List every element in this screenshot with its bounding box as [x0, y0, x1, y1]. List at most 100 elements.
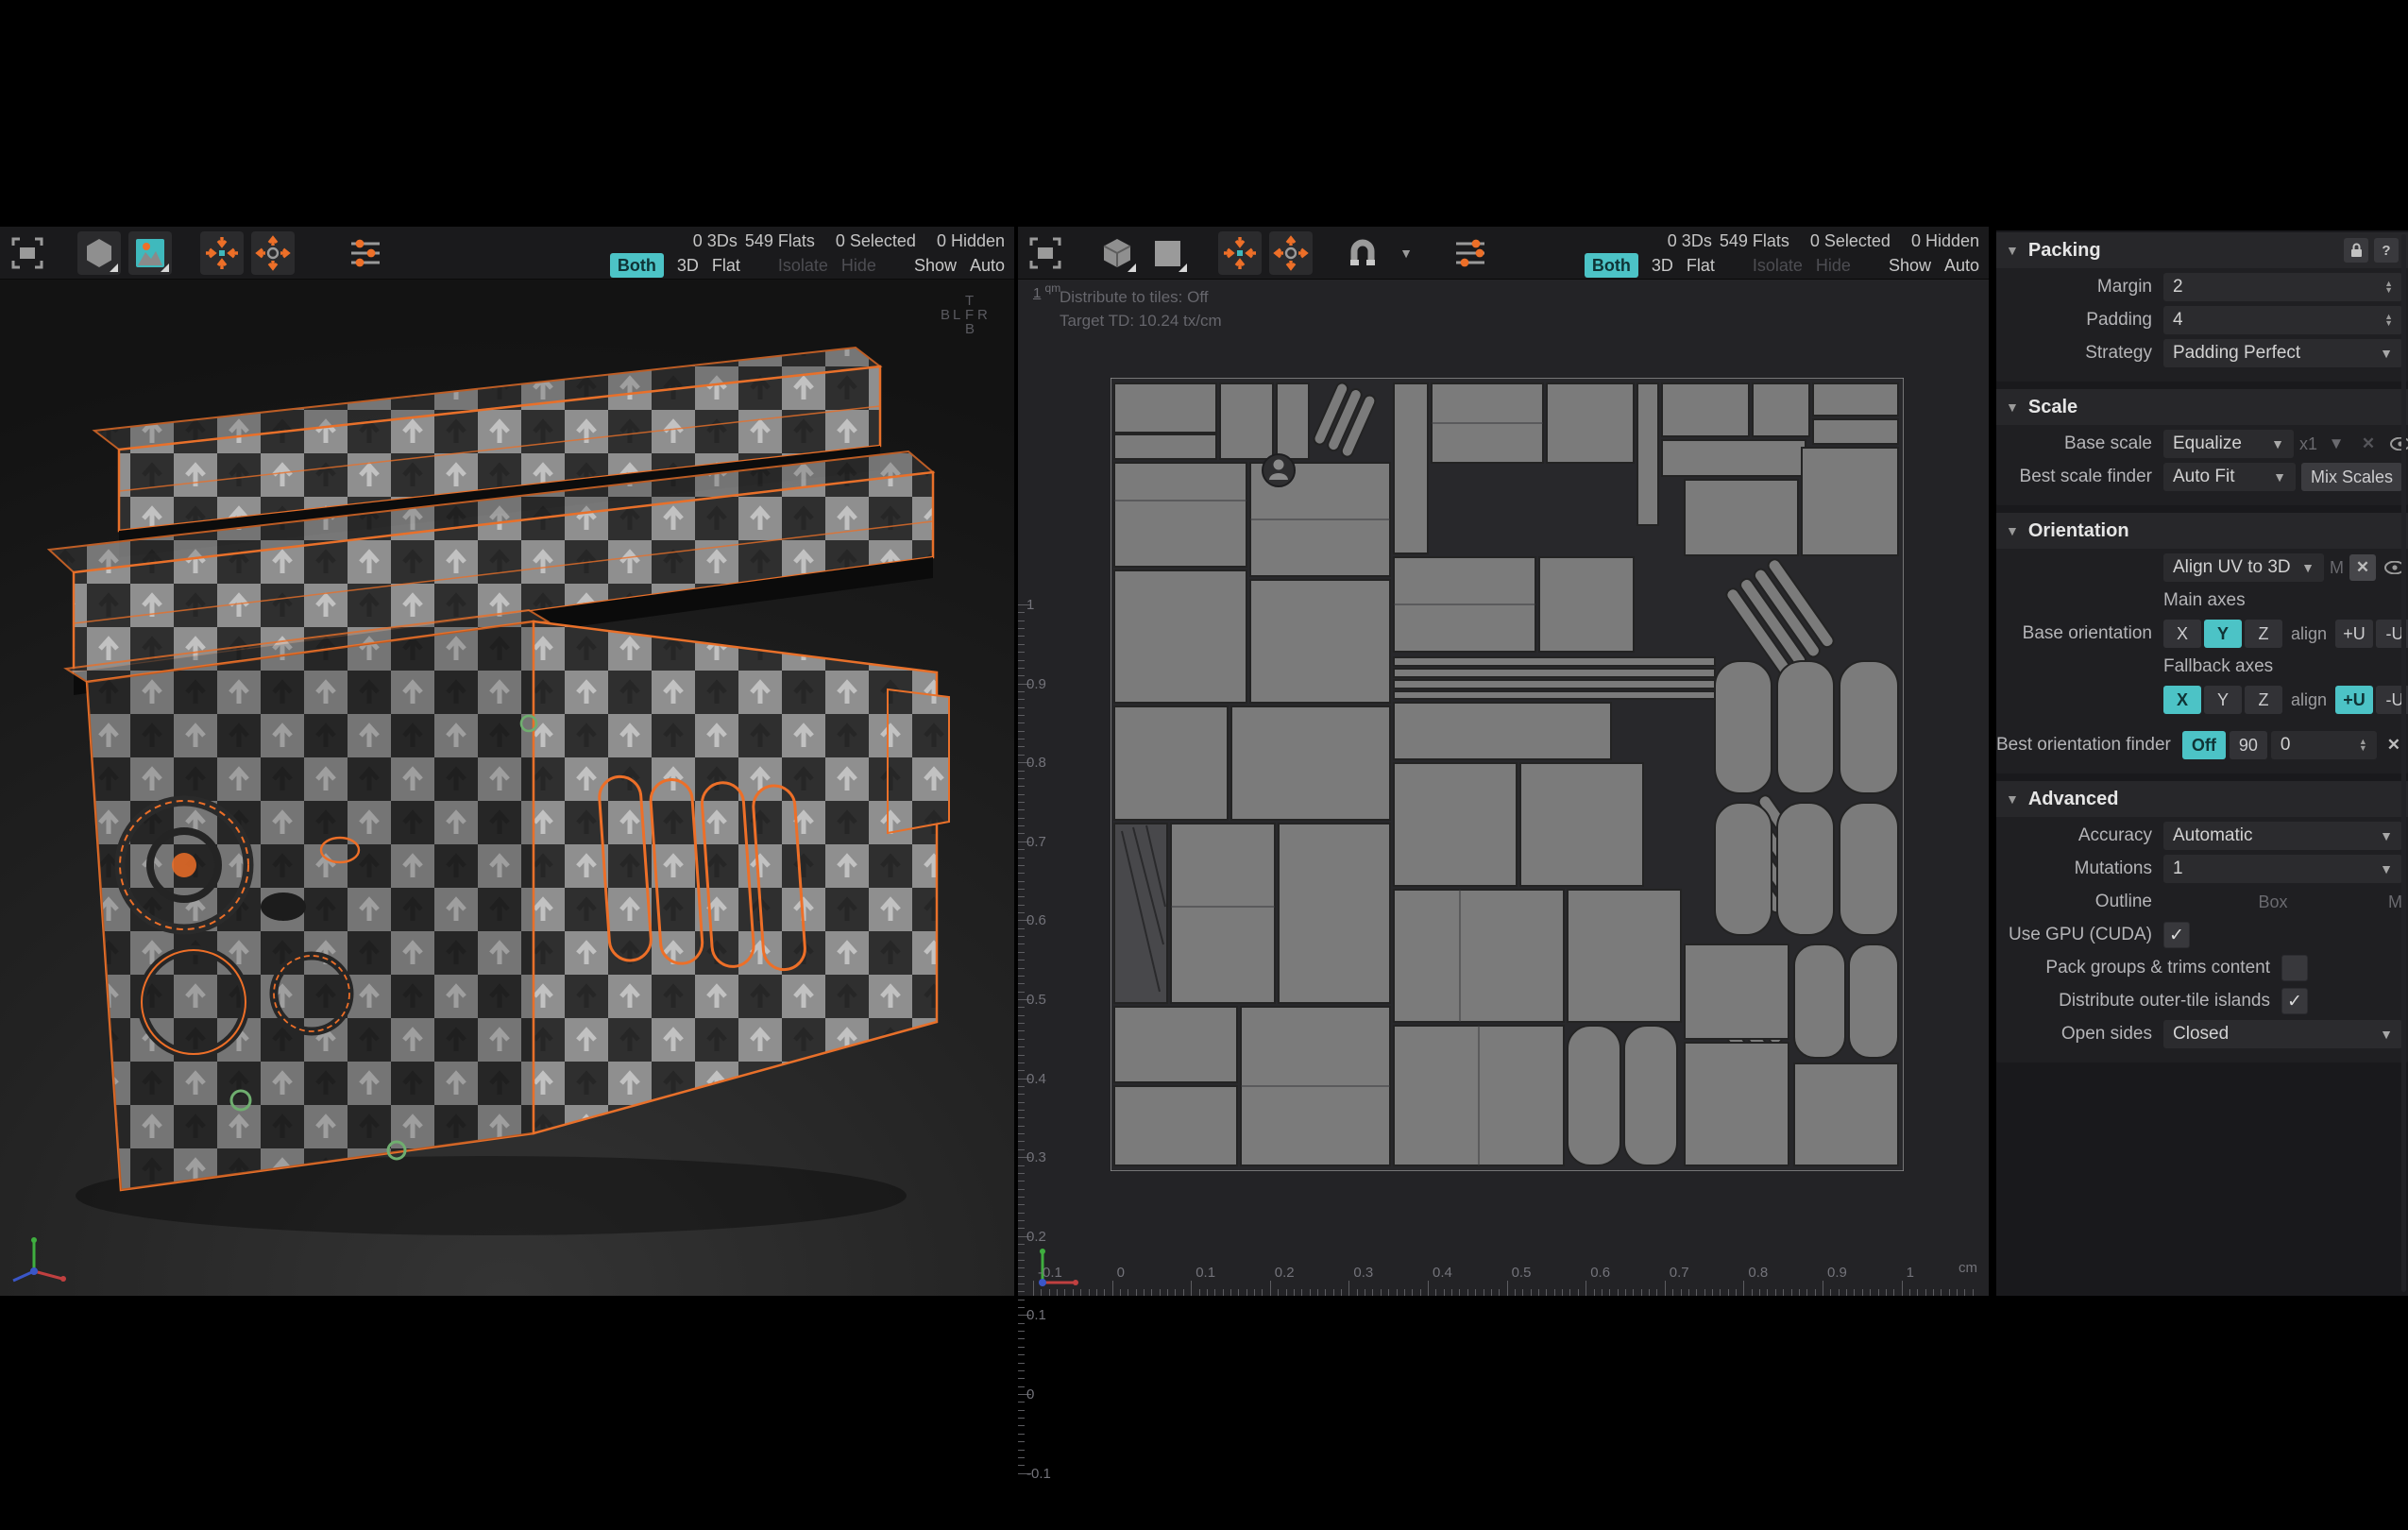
- chevron-down-icon[interactable]: ▼: [2323, 431, 2349, 457]
- check-icon: ✓: [2287, 991, 2302, 1012]
- toggle-3d[interactable]: 3D: [677, 254, 699, 277]
- toggle-isolate[interactable]: Isolate: [1753, 254, 1803, 277]
- status-uv: 0 3Ds549 Flats0 Selected0 Hidden Both 3D…: [1585, 230, 1979, 278]
- toggle-show[interactable]: Show: [1889, 254, 1931, 277]
- axis-z-button[interactable]: Z: [2245, 620, 2282, 648]
- expand-islands-button[interactable]: [251, 231, 295, 275]
- lock-icon: [2349, 243, 2364, 258]
- ruler-tick: [1018, 660, 1025, 661]
- toggle-auto[interactable]: Auto: [1944, 254, 1979, 277]
- ruler-tick: [1144, 1289, 1145, 1296]
- frame-view-button[interactable]: [6, 231, 49, 275]
- padding-stepper[interactable]: ▲▼: [2384, 314, 2393, 327]
- finder-stepper[interactable]: ▲▼: [2359, 739, 2367, 752]
- ruler-tick: [1033, 1281, 1034, 1296]
- viewport-3d[interactable]: 0 3Ds549 Flats0 Selected0 Hidden Both 3D…: [0, 227, 1014, 1296]
- margin-row: Margin 2 ▲▼: [1996, 273, 2402, 301]
- ruler-tick: [1759, 1289, 1760, 1296]
- orientation-finder-step-button[interactable]: 90: [2230, 731, 2267, 759]
- fallback-axis-y-button[interactable]: Y: [2204, 686, 2242, 714]
- base-scale-dropdown[interactable]: Equalize ▼: [2163, 430, 2294, 458]
- fallback-axis-x-button[interactable]: X: [2163, 686, 2201, 714]
- snap-button[interactable]: [1341, 231, 1384, 275]
- toggle-auto[interactable]: Auto: [970, 254, 1005, 277]
- display-settings-button[interactable]: [344, 231, 387, 275]
- fallback-dir-plus-u-button[interactable]: +U: [2335, 686, 2373, 714]
- orientation-mode-dropdown[interactable]: Align UV to 3D ▼: [2163, 553, 2324, 582]
- mutations-dropdown[interactable]: 1 ▼: [2163, 855, 2402, 883]
- help-button[interactable]: ?: [2374, 238, 2399, 263]
- mix-scales-button[interactable]: Mix Scales: [2301, 463, 2402, 491]
- main-axes-row: Main axes: [1996, 586, 2402, 615]
- padding-input[interactable]: 4 ▲▼: [2163, 306, 2402, 334]
- orientation-m-button[interactable]: M: [2330, 558, 2344, 578]
- best-scale-finder-dropdown[interactable]: Auto Fit ▼: [2163, 463, 2296, 491]
- orientation-finder-input[interactable]: 0 ▲▼: [2271, 731, 2377, 759]
- ruler-tick: [1049, 1289, 1050, 1296]
- lock-button[interactable]: [2344, 238, 2368, 263]
- axis-x-button[interactable]: X: [2163, 620, 2201, 648]
- ruler-tick: [1223, 1289, 1224, 1296]
- display-settings-button-uv[interactable]: [1449, 231, 1492, 275]
- margin-input[interactable]: 2 ▲▼: [2163, 273, 2402, 301]
- ruler-tick: [1018, 707, 1025, 708]
- clear-icon[interactable]: ✕: [2355, 431, 2382, 457]
- ruler-tick: [1018, 675, 1025, 676]
- ruler-tick: [1743, 1281, 1744, 1296]
- ruler-tick: [1649, 1289, 1650, 1296]
- clear-icon[interactable]: ✕: [2349, 554, 2376, 581]
- ruler-tick: [1018, 1102, 1025, 1103]
- mode-flat-button[interactable]: [1146, 231, 1190, 275]
- pack-groups-checkbox[interactable]: [2281, 955, 2308, 981]
- snap-options-button[interactable]: ▼: [1392, 231, 1420, 275]
- toggle-3d[interactable]: 3D: [1652, 254, 1673, 277]
- mode-3d-button[interactable]: [1095, 231, 1139, 275]
- toggle-hide[interactable]: Hide: [1816, 254, 1851, 277]
- pack-islands-button[interactable]: [200, 231, 244, 275]
- frame-view-button-uv[interactable]: [1024, 231, 1067, 275]
- panel-scrollbar[interactable]: [2401, 234, 2406, 1292]
- geometry-display-button[interactable]: [77, 231, 121, 275]
- ruler-tick: [1230, 1289, 1231, 1296]
- margin-stepper[interactable]: ▲▼: [2384, 280, 2393, 294]
- fallback-axis-z-button[interactable]: Z: [2245, 686, 2282, 714]
- distribute-checkbox[interactable]: ✓: [2281, 988, 2308, 1014]
- toggle-both[interactable]: Both: [610, 253, 664, 278]
- ruler-label: 0.4: [1433, 1265, 1452, 1281]
- texture-display-button[interactable]: [128, 231, 172, 275]
- ruler-tick: [1018, 1457, 1025, 1458]
- toggle-isolate[interactable]: Isolate: [778, 254, 828, 277]
- outline-m-button[interactable]: M: [2388, 892, 2402, 912]
- chevron-down-icon: ▼: [2301, 560, 2315, 575]
- ruler-tick: [1018, 1023, 1025, 1024]
- ruler-tick: [1594, 1289, 1595, 1296]
- ruler-tick: [1018, 1126, 1025, 1127]
- strategy-dropdown[interactable]: Padding Perfect ▼: [2163, 339, 2402, 367]
- toggle-both[interactable]: Both: [1585, 253, 1638, 278]
- expand-islands-button-uv[interactable]: [1269, 231, 1313, 275]
- axis-y-button[interactable]: Y: [2204, 620, 2242, 648]
- gpu-checkbox[interactable]: ✓: [2163, 922, 2190, 948]
- accuracy-dropdown[interactable]: Automatic ▼: [2163, 822, 2402, 850]
- toggle-show[interactable]: Show: [914, 254, 957, 277]
- section-orientation-header[interactable]: ▼ Orientation: [1996, 513, 2408, 549]
- ruler-tick: [1499, 1289, 1500, 1296]
- pack-islands-button-uv[interactable]: [1218, 231, 1262, 275]
- status-counts: 0 3Ds549 Flats0 Selected0 Hidden: [610, 230, 1005, 252]
- toggle-flat[interactable]: Flat: [1687, 254, 1715, 277]
- ruler-tick: [1475, 1289, 1476, 1296]
- section-scale-header[interactable]: ▼ Scale: [1996, 389, 2408, 425]
- open-sides-dropdown[interactable]: Closed ▼: [2163, 1020, 2402, 1048]
- dir-plus-u-button[interactable]: +U: [2335, 620, 2373, 648]
- section-advanced-header[interactable]: ▼ Advanced: [1996, 781, 2408, 817]
- viewport-uv[interactable]: ▼ 0 3Ds549 Flats0 Selected0 Hidden Both …: [1018, 227, 1989, 1296]
- toolbar-3d: 0 3Ds549 Flats0 Selected0 Hidden Both 3D…: [0, 227, 1014, 280]
- ruler-label: 0.8: [1748, 1265, 1768, 1281]
- orientation-finder-off-button[interactable]: Off: [2182, 731, 2226, 759]
- section-packing-header[interactable]: ▼ Packing ?: [1996, 232, 2408, 268]
- ruler-label: 0.6: [1590, 1265, 1610, 1281]
- ruler-tick: [1018, 620, 1025, 621]
- ruler-tick: [1522, 1289, 1523, 1296]
- toggle-hide[interactable]: Hide: [841, 254, 876, 277]
- toggle-flat[interactable]: Flat: [712, 254, 740, 277]
